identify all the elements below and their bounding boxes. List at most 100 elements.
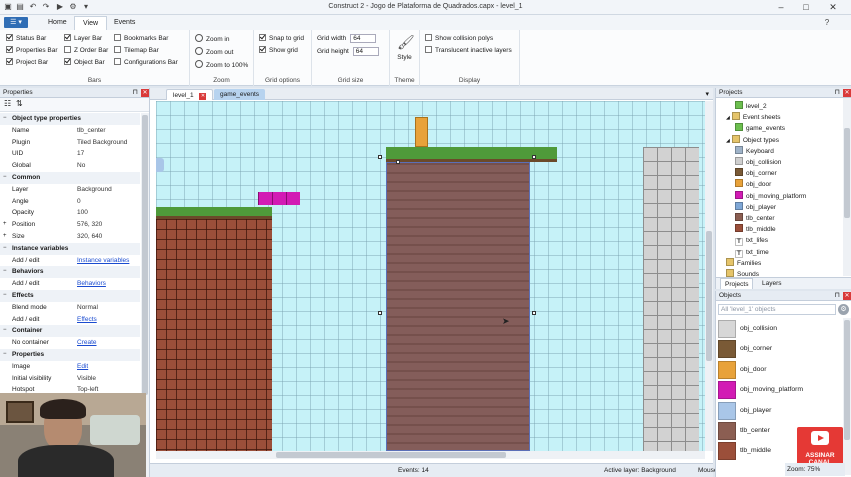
zoom-in-button[interactable]: Zoom in <box>195 34 229 45</box>
property-category[interactable]: − Effects <box>0 289 140 302</box>
tree-expander-icon[interactable]: ◢ <box>726 115 730 121</box>
tab-list-chevron-icon[interactable]: ▾ <box>705 90 709 98</box>
layout-canvas[interactable]: ➤ <box>156 101 705 451</box>
pin-icon[interactable]: ⊓ <box>835 88 840 98</box>
object-item[interactable]: obj_collision <box>718 319 838 339</box>
property-row[interactable]: Add / edit Instance variables <box>0 255 140 267</box>
tree-item[interactable]: ◢ Object types <box>726 134 779 146</box>
zoom-100-button[interactable]: Zoom to 100% <box>195 60 248 71</box>
tab-projects[interactable]: Projects <box>720 278 754 289</box>
tab-level-1[interactable]: level_1 ✕ <box>166 89 214 100</box>
property-row[interactable]: Add / edit Behaviors <box>0 278 140 290</box>
resize-handle-l[interactable] <box>378 311 382 315</box>
close-properties-icon[interactable]: ✕ <box>141 89 149 97</box>
moving-platform[interactable] <box>258 192 300 205</box>
collision-wall[interactable] <box>643 147 699 451</box>
tab-game-events[interactable]: game_events <box>214 89 266 100</box>
bookmarks-bar-checkbox[interactable]: Bookmarks Bar <box>114 34 168 43</box>
property-link[interactable]: Effects <box>77 314 140 326</box>
property-row[interactable]: + Position 576, 320 <box>0 219 140 231</box>
close-objects-icon[interactable]: ✕ <box>843 292 851 300</box>
property-category[interactable]: − Behaviors <box>0 266 140 279</box>
property-row[interactable]: Angle 0 <box>0 196 140 208</box>
tree-item[interactable]: ◢ Event sheets <box>726 112 780 123</box>
property-link[interactable]: Behaviors <box>77 278 140 290</box>
tab-home[interactable]: Home <box>40 16 75 30</box>
tree-item[interactable]: game_events <box>735 123 785 134</box>
collapse-icon[interactable]: − <box>3 266 7 278</box>
pin-icon[interactable]: ⊓ <box>133 88 138 98</box>
grid-width-input[interactable]: 64 <box>350 34 377 43</box>
tlb-center-selected[interactable] <box>386 162 530 451</box>
configurations-bar-checkbox[interactable]: Configurations Bar <box>114 58 178 67</box>
collapse-icon[interactable]: − <box>3 325 7 337</box>
horizontal-scrollbar[interactable] <box>156 451 705 459</box>
resize-handle-r[interactable] <box>532 311 536 315</box>
tab-events[interactable]: Events <box>106 16 143 30</box>
tab-view[interactable]: View <box>74 16 108 30</box>
property-row[interactable]: Name tlb_center <box>0 125 140 137</box>
property-link[interactable]: Create <box>77 337 140 349</box>
grass-left[interactable] <box>156 207 272 219</box>
close-icon[interactable]: ✕ <box>822 1 844 13</box>
property-row[interactable]: Layer Background <box>0 184 140 196</box>
property-category[interactable]: − Object type properties <box>0 113 140 125</box>
property-row[interactable]: Global No <box>0 160 140 172</box>
resize-handle-tl[interactable] <box>378 155 382 159</box>
property-row[interactable]: Plugin Tiled Background <box>0 137 140 149</box>
filter-settings-icon[interactable]: ⚙ <box>838 304 849 315</box>
close-projects-icon[interactable]: ✕ <box>843 89 851 97</box>
snap-to-grid-checkbox[interactable]: Snap to grid <box>259 34 304 43</box>
tree-item[interactable]: obj_moving_platform <box>735 190 806 202</box>
property-category[interactable]: − Common <box>0 171 140 184</box>
object-bar-checkbox[interactable]: Object Bar <box>64 58 105 67</box>
minimize-icon[interactable]: – <box>770 1 792 13</box>
layer-bar-checkbox[interactable]: Layer Bar <box>64 34 102 43</box>
tree-item[interactable]: tlb_center <box>735 213 775 224</box>
property-row[interactable]: Blend mode Normal <box>0 302 140 314</box>
property-category[interactable]: − Instance variables <box>0 242 140 255</box>
collapse-icon[interactable]: − <box>3 290 7 302</box>
vertical-scrollbar[interactable] <box>705 101 713 451</box>
property-row[interactable]: Add / edit Effects <box>0 314 140 326</box>
tree-item[interactable]: level_2 <box>735 101 767 112</box>
sort-icon[interactable]: ⇅ <box>16 99 23 108</box>
tree-expander-icon[interactable]: ◢ <box>726 138 730 144</box>
property-row[interactable]: + Size 320, 640 <box>0 231 140 243</box>
brick-left[interactable] <box>156 219 272 451</box>
property-row[interactable]: Opacity 100 <box>0 207 140 219</box>
object-item[interactable]: obj_moving_platform <box>718 380 838 400</box>
collapse-icon[interactable]: − <box>3 172 7 184</box>
expand-icon[interactable]: + <box>3 219 7 231</box>
door-sprite[interactable] <box>415 117 428 147</box>
property-row[interactable]: No container Create <box>0 337 140 349</box>
property-row[interactable]: Image Edit <box>0 361 140 373</box>
player-sprite[interactable] <box>156 158 164 172</box>
grid-height-input[interactable]: 64 <box>352 47 379 56</box>
property-category[interactable]: − Container <box>0 325 140 338</box>
object-item[interactable]: obj_corner <box>718 339 838 359</box>
properties-bar-checkbox[interactable]: Properties Bar <box>6 46 58 55</box>
expand-icon[interactable]: + <box>3 231 7 243</box>
property-row[interactable]: UID 17 <box>0 148 140 160</box>
objects-filter-input[interactable]: All 'level_1' objects <box>718 304 836 315</box>
style-button[interactable]: Style <box>390 54 419 61</box>
zoom-out-button[interactable]: Zoom out <box>195 47 233 58</box>
tree-item[interactable]: obj_player <box>735 201 776 213</box>
property-link[interactable]: Edit <box>77 361 140 373</box>
collapse-icon[interactable]: − <box>3 113 7 125</box>
z-order-bar-checkbox[interactable]: Z Order Bar <box>64 46 108 55</box>
pin-icon[interactable]: ⊓ <box>835 291 840 301</box>
object-item[interactable]: obj_door <box>718 360 838 380</box>
status-bar-checkbox[interactable]: Status Bar <box>6 34 46 43</box>
tree-item[interactable]: obj_collision <box>735 157 781 168</box>
resize-handle-tr[interactable] <box>532 155 536 159</box>
tree-item[interactable]: Keyboard <box>735 145 774 157</box>
objects-scrollbar[interactable] <box>843 318 851 475</box>
close-tab-icon[interactable]: ✕ <box>199 93 207 100</box>
project-bar-checkbox[interactable]: Project Bar <box>6 58 48 67</box>
tree-item[interactable]: obj_door <box>735 179 771 190</box>
property-row[interactable]: Initial visibility Visible <box>0 373 140 385</box>
property-link[interactable]: Instance variables <box>77 255 140 267</box>
tab-layers[interactable]: Layers <box>762 278 782 289</box>
